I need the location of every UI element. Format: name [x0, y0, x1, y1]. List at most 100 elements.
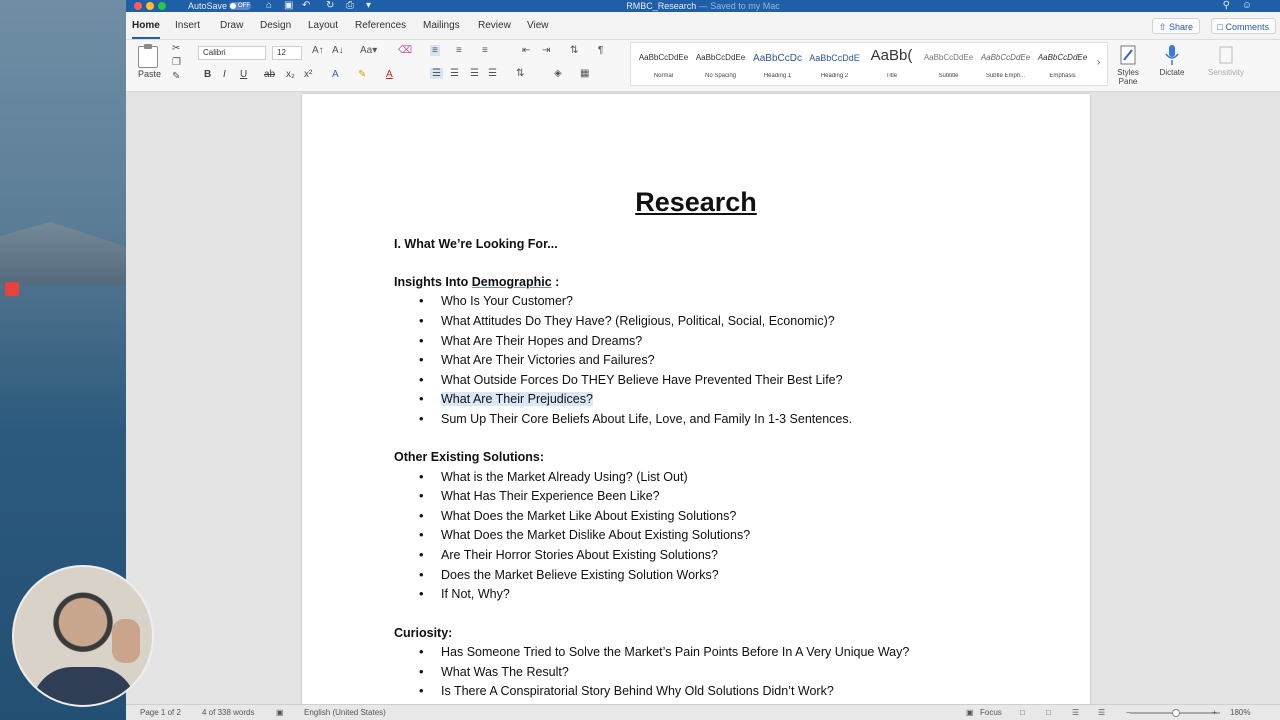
style-sample: AaBbCcDc [753, 53, 802, 64]
section-insights-demographic: Insights Into Demographic : [394, 275, 559, 289]
format-painter-icon[interactable]: ✎ [172, 71, 180, 82]
tab-draw[interactable]: Draw [220, 20, 243, 31]
tab-view[interactable]: View [527, 20, 549, 31]
bullets-icon[interactable]: ≡ [430, 45, 440, 56]
zoom-slider-handle[interactable] [1172, 709, 1180, 717]
tab-mailings[interactable]: Mailings [423, 20, 460, 31]
style-name: Heading 1 [763, 73, 792, 79]
page-count[interactable]: Page 1 of 2 [140, 708, 181, 717]
tab-review[interactable]: Review [478, 20, 511, 31]
style-subtle-emphasis[interactable]: AaBbCcDdEe Subtle Emph... [977, 43, 1034, 87]
font-color-icon[interactable]: A [386, 69, 393, 80]
decrease-indent-icon[interactable]: ⇤ [522, 45, 530, 56]
list-item: What is the Market Already Using? (List … [419, 469, 688, 484]
font-name-select[interactable]: Calibri [198, 46, 266, 60]
style-name: Normal [653, 73, 674, 79]
style-no-spacing[interactable]: AaBbCcDdEe No Spacing [692, 43, 749, 87]
comments-button[interactable]: □ Comments [1210, 18, 1276, 34]
highlight-icon[interactable]: ✎ [358, 69, 366, 80]
styles-pane-icon [1120, 45, 1136, 65]
list-item: Who Is Your Customer? [419, 293, 573, 308]
style-normal[interactable]: AaBbCcDdEe Normal [635, 43, 692, 87]
list-item: What Does the Market Like About Existing… [419, 508, 736, 523]
share-button[interactable]: ⇧ Share [1151, 18, 1200, 34]
cut-icon[interactable]: ✂ [172, 43, 180, 54]
copy-icon[interactable]: ❐ [172, 57, 181, 68]
style-emphasis[interactable]: AaBbCcDdEe Emphasis [1034, 43, 1091, 87]
superscript-button[interactable]: x² [304, 69, 312, 80]
search-icon[interactable]: ⚲ [1223, 0, 1230, 12]
styles-gallery: AaBbCcDdEe Normal AaBbCcDdEe No Spacing … [630, 42, 1108, 86]
outline-view-icon[interactable]: ☰ [1072, 708, 1079, 717]
presenter-shirt [32, 667, 136, 705]
zoom-level[interactable]: 180% [1230, 708, 1250, 717]
multilevel-list-icon[interactable]: ≡ [482, 45, 488, 56]
align-right-icon[interactable]: ☰ [470, 68, 479, 79]
comments-label: Comments [1225, 22, 1269, 32]
align-center-icon[interactable]: ☰ [450, 68, 459, 79]
section-other-existing-solutions: Other Existing Solutions: [394, 450, 545, 464]
sort-icon[interactable]: ⇅ [570, 45, 578, 56]
style-sample: AaBb( [870, 47, 913, 64]
clear-formatting-icon[interactable]: ⌫ [398, 45, 412, 56]
document-canvas[interactable]: Research I. What We’re Looking For... In… [126, 92, 1280, 704]
bold-button[interactable]: B [204, 69, 211, 80]
style-name: Heading 2 [820, 73, 849, 79]
style-title[interactable]: AaBb( Title [863, 43, 920, 87]
list-item: What Attitudes Do They Have? (Religious,… [419, 313, 835, 328]
style-heading-1[interactable]: AaBbCcDc Heading 1 [749, 43, 806, 87]
focus-button[interactable]: Focus [980, 708, 1002, 717]
subscript-button[interactable]: x₂ [286, 69, 295, 80]
tab-layout[interactable]: Layout [308, 20, 338, 31]
styles-more-icon[interactable]: › [1097, 57, 1100, 68]
styles-pane-label: Styles Pane [1117, 68, 1139, 86]
list-item: What Are Their Victories and Failures? [419, 352, 654, 367]
show-formatting-icon[interactable]: ¶ [598, 45, 603, 56]
style-name: Emphasis [1049, 73, 1076, 79]
text-effects-icon[interactable]: A [332, 69, 339, 80]
font-size-select[interactable]: 12 [272, 46, 302, 60]
numbering-icon[interactable]: ≡ [456, 45, 462, 56]
language-status[interactable]: English (United States) [304, 708, 386, 717]
list-item: Has Someone Tried to Solve the Market’s … [419, 644, 909, 659]
tab-insert[interactable]: Insert [175, 20, 200, 31]
italic-button[interactable]: I [223, 69, 226, 80]
active-tab-indicator [132, 37, 160, 39]
justify-icon[interactable]: ☰ [488, 68, 497, 79]
line-spacing-icon[interactable]: ⇅ [516, 68, 524, 79]
tab-design[interactable]: Design [260, 20, 291, 31]
shrink-font-icon[interactable]: A↓ [332, 45, 344, 56]
sensitivity-button[interactable]: Sensitivity [1206, 44, 1246, 77]
web-layout-icon[interactable]: □ [1046, 708, 1051, 717]
print-layout-icon[interactable]: □ [1020, 708, 1025, 717]
grow-font-icon[interactable]: A↑ [312, 45, 324, 56]
style-subtitle[interactable]: AaBbCcDdEe Subtitle [920, 43, 977, 87]
presenter-hand [112, 619, 140, 663]
tab-references[interactable]: References [355, 20, 406, 31]
change-case-icon[interactable]: Aa▾ [360, 45, 377, 56]
underline-button[interactable]: U [240, 69, 247, 80]
list-item: What Has Their Experience Been Like? [419, 488, 660, 503]
word-count[interactable]: 4 of 338 words [202, 708, 254, 717]
document-heading: Research [635, 187, 757, 217]
shading-icon[interactable]: ◈ [554, 68, 562, 79]
styles-pane-button[interactable]: Styles Pane [1108, 44, 1148, 86]
strikethrough-button[interactable]: ab [264, 69, 275, 80]
proofing-icon[interactable]: ▣ [276, 708, 284, 717]
align-left-icon[interactable]: ☰ [430, 68, 443, 79]
account-icon[interactable]: ☺ [1242, 0, 1252, 12]
borders-icon[interactable]: ▦ [580, 68, 589, 79]
microphone-icon [1165, 45, 1179, 65]
increase-indent-icon[interactable]: ⇥ [542, 45, 550, 56]
dictate-button[interactable]: Dictate [1152, 44, 1192, 77]
style-sample: AaBbCcDdEe [980, 53, 1031, 62]
draft-view-icon[interactable]: ☰ [1098, 708, 1105, 717]
zoom-in-icon[interactable]: + [1212, 708, 1217, 717]
focus-icon[interactable]: ▣ [966, 708, 974, 717]
ribbon-tabs: Home Insert Draw Design Layout Reference… [126, 12, 1280, 40]
document-page[interactable]: Research I. What We’re Looking For... In… [302, 94, 1090, 704]
section-suffix: : [551, 275, 560, 289]
paste-icon[interactable] [138, 44, 158, 68]
tab-home[interactable]: Home [132, 20, 160, 31]
style-heading-2[interactable]: AaBbCcDdE Heading 2 [806, 43, 863, 87]
